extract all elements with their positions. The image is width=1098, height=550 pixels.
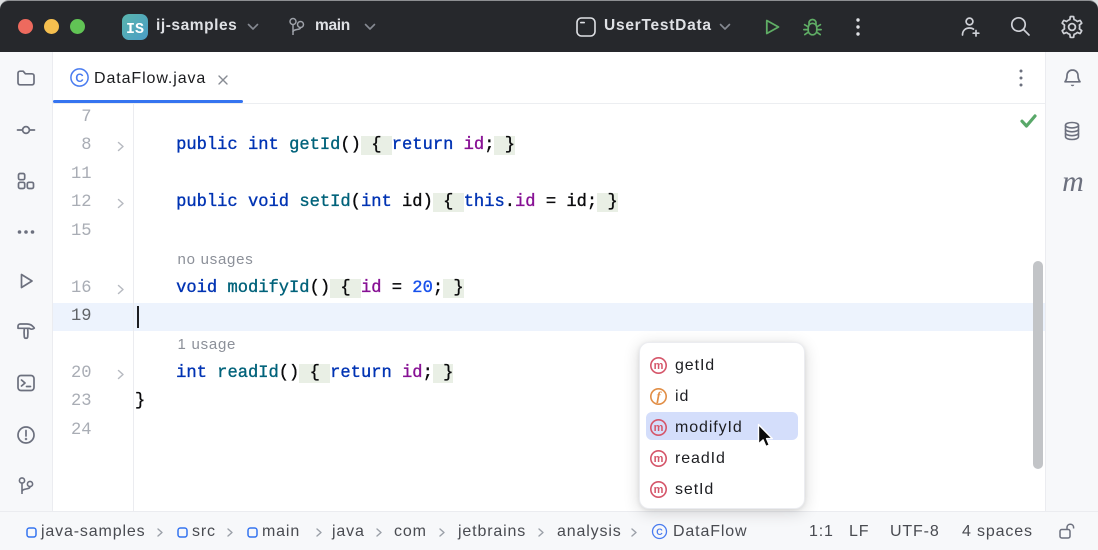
svg-text:C: C bbox=[75, 73, 83, 85]
svg-text:m: m bbox=[654, 453, 664, 465]
svg-text:IS: IS bbox=[126, 21, 144, 38]
svg-text:f: f bbox=[656, 389, 662, 404]
svg-text:m: m bbox=[654, 422, 664, 434]
svg-text:m: m bbox=[654, 360, 664, 372]
svg-text:C: C bbox=[656, 527, 663, 537]
svg-text:m: m bbox=[654, 484, 664, 496]
